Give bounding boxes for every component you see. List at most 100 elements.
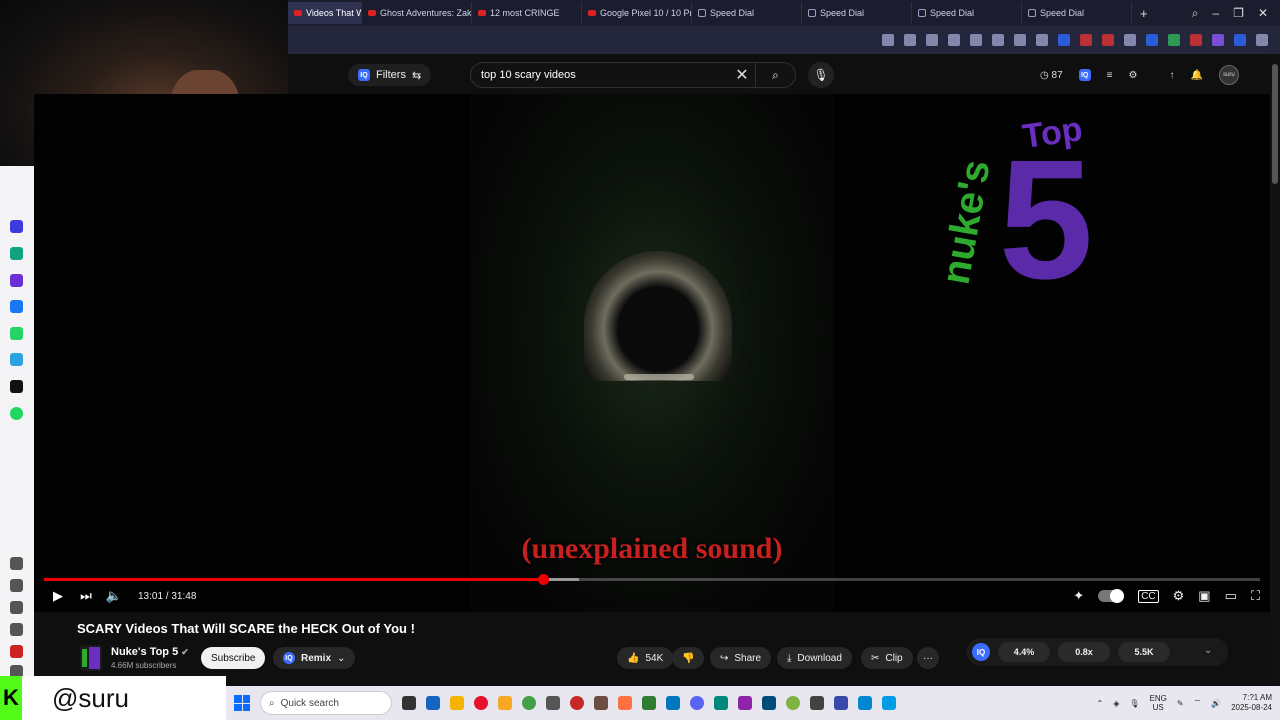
app-brown-icon[interactable] [594,696,608,710]
next-button[interactable]: ⏭ [72,588,100,604]
fullscreen-icon[interactable]: ⛶ [1251,588,1260,604]
minimize-icon[interactable]: – [1212,6,1219,21]
discord-icon[interactable] [690,696,704,710]
dislike-button[interactable]: 👎 [672,647,705,669]
volume-tray-icon[interactable]: 🔊 [1211,699,1221,708]
app-purple-icon[interactable] [738,696,752,710]
upload-icon[interactable]: ↑ [1169,70,1174,81]
app-sky-icon[interactable] [858,696,872,710]
app-teal-icon[interactable] [714,696,728,710]
windows-start-icon[interactable] [234,695,250,711]
browser-tab[interactable]: Speed Dial [802,2,912,24]
app-indigo-icon[interactable] [834,696,848,710]
scrollbar-thumb[interactable] [1272,64,1278,184]
theater-mode-icon[interactable]: ▭ [1225,588,1237,604]
browser-tab[interactable]: 12 most CRINGE [472,2,582,24]
download-button[interactable]: ⤓ Download [777,647,852,669]
close-window-icon[interactable]: ✕ [1258,6,1268,21]
messenger-icon[interactable] [10,300,23,313]
account-avatar[interactable]: suru [1218,65,1239,85]
browser-tab[interactable]: Ghost Adventures: Zak Ba [362,2,472,24]
progress-bar[interactable] [44,574,1260,585]
settings-gear-icon[interactable]: ⚙ [1173,588,1185,604]
app-navy-icon[interactable] [762,696,776,710]
browser-tab[interactable]: Speed Dial [912,2,1022,24]
telegram-icon[interactable] [10,353,23,366]
page-scrollbar[interactable] [1270,54,1280,686]
ext-green-icon[interactable] [1168,34,1180,46]
send-icon[interactable] [904,34,916,46]
favorites-icon[interactable] [10,579,23,592]
app-cyan-icon[interactable] [882,696,896,710]
new-tab-button[interactable]: + [1132,6,1156,21]
ext-blue-icon[interactable] [1146,34,1158,46]
tray-chevron-icon[interactable]: ⌃ [1097,699,1104,708]
like-button[interactable]: 👍 54K [617,647,674,669]
network-icon[interactable]: ◈ [1113,699,1119,708]
vpn-icon[interactable] [1058,34,1070,46]
play-icon[interactable] [948,34,960,46]
ext-red-icon[interactable] [1080,34,1092,46]
history-icon[interactable] [926,34,938,46]
aria-icon[interactable] [10,220,23,233]
app-lime-icon[interactable] [786,696,800,710]
ext-purple-icon[interactable] [1212,34,1224,46]
mic-tray-icon[interactable]: 🎙 [1129,699,1139,708]
extension-icon[interactable] [1036,34,1048,46]
clear-search-icon[interactable]: ✕ [729,65,755,85]
language-indicator[interactable]: ENG US [1150,694,1167,712]
clip-button[interactable]: ✂ Clip [861,647,913,669]
workspaces-icon[interactable] [10,557,23,570]
search-button[interactable]: ⌕ [755,63,795,87]
browser-tab[interactable]: Speed Dial [692,2,802,24]
ext-record-icon[interactable] [1102,34,1114,46]
app-icon[interactable] [10,274,23,287]
menu-icon[interactable] [1256,34,1268,46]
extensions-sidebar-icon[interactable] [10,645,23,658]
app-blue-icon[interactable] [426,696,440,710]
spotify-icon[interactable] [10,407,23,420]
app-green-icon[interactable] [522,696,536,710]
system-clock[interactable]: 7:?1 AM 2025-08-24 [1231,693,1272,713]
restore-icon[interactable]: ❐ [1233,6,1244,21]
channel-name[interactable]: Nuke's Top 5 ✔ [111,646,189,658]
rss-icon[interactable] [1124,34,1136,46]
captions-icon[interactable]: CC [1138,589,1159,603]
file-explorer-icon[interactable] [450,696,464,710]
download-icon[interactable] [992,34,1004,46]
search-tabs-icon[interactable]: ⌕ [1192,6,1199,21]
stats-expand-icon[interactable]: ⌄ [1204,645,1212,656]
voice-search-icon[interactable]: 🎙 [808,62,834,88]
play-button[interactable]: ▶ [44,588,72,604]
iq-extension-icon[interactable]: IQ [1078,69,1091,81]
subscribe-button[interactable]: Subscribe [201,647,266,669]
iq-stats-icon[interactable]: IQ [972,643,990,661]
pen-icon[interactable]: ✎ [1177,699,1184,708]
wifi-icon[interactable]: ⌔ [1194,698,1202,708]
app-lightblue-icon[interactable] [666,696,680,710]
ai-sparkle-icon[interactable]: ✦ [1073,588,1084,604]
channel-avatar[interactable] [80,645,102,671]
browser-tab[interactable]: Speed Dial [1022,2,1132,24]
app-dark-icon[interactable] [810,696,824,710]
app-orange-icon[interactable] [618,696,632,710]
volume-icon[interactable]: 🔈 [100,588,128,604]
video-player[interactable]: Top 5 nuke's (unexplained sound) [34,94,1270,612]
heart-icon[interactable] [970,34,982,46]
whatsapp-icon[interactable] [10,327,23,340]
browser-tab[interactable]: Videos That Wi [288,2,362,24]
share-button[interactable]: ↪ Share [710,647,772,669]
search-input[interactable] [471,63,729,87]
more-actions-button[interactable]: ··· [917,647,939,669]
app-darkgreen-icon[interactable] [642,696,656,710]
history-sidebar-icon[interactable] [10,601,23,614]
autoplay-toggle[interactable] [1098,589,1125,603]
settings-sidebar-icon[interactable] [10,623,23,636]
task-view-icon[interactable] [402,696,416,710]
filters-button[interactable]: IQ Filters ⇆ [348,64,432,86]
chatgpt-icon[interactable] [10,247,23,260]
browser-tab[interactable]: Google Pixel 10 / 10 Pro [582,2,692,24]
taskbar-search[interactable]: ⌕ Quick search [260,691,392,715]
list-icon[interactable] [1014,34,1026,46]
ext-proton-icon[interactable] [1234,34,1246,46]
